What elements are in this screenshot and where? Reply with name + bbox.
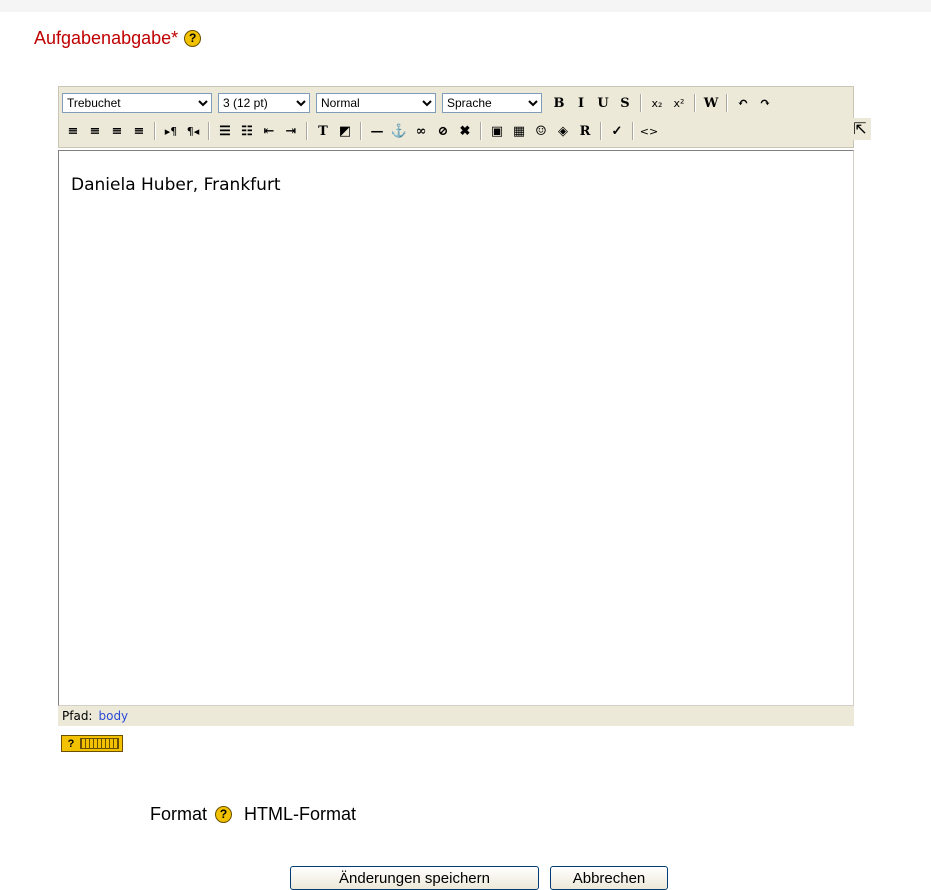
top-band [0, 0, 931, 12]
nolink-button[interactable]: ✖ [454, 120, 476, 142]
superscript-button[interactable]: x² [668, 92, 690, 114]
editor-toolbar: Trebuchet 3 (12 pt) Normal Sprache BIUSx… [58, 86, 871, 148]
format-value: HTML-Format [244, 804, 357, 824]
keyboard-icon [80, 738, 119, 749]
insert-char-button[interactable]: ◈ [552, 120, 574, 142]
unlink-button[interactable]: ⊘ [432, 120, 454, 142]
help-icon[interactable]: ? [184, 30, 202, 47]
save-changes-button[interactable]: Änderungen speichern [290, 866, 539, 890]
align-center-button[interactable]: ≡ [84, 120, 106, 142]
text-color-button[interactable]: T [312, 120, 334, 142]
bold-button[interactable]: B [548, 92, 570, 114]
toolbar-row-1: Trebuchet 3 (12 pt) Normal Sprache BIUSx… [62, 90, 776, 116]
justify-button[interactable]: ≡ [128, 120, 150, 142]
toolbar-separator [306, 122, 308, 140]
toolbar-separator [600, 122, 602, 140]
rtl-button[interactable]: ¶◂ [182, 120, 204, 142]
subscript-button[interactable]: x₂ [646, 92, 668, 114]
editor-content-area[interactable]: Daniela Huber, Frankfurt [58, 150, 854, 706]
align-left-button[interactable]: ≡ [62, 120, 84, 142]
outdent-button[interactable]: ⇤ [258, 120, 280, 142]
insert-image-button[interactable]: ▣ [486, 120, 508, 142]
insert-smiley-button[interactable]: ☺ [530, 120, 552, 142]
indent-button[interactable]: ⇥ [280, 120, 302, 142]
toolbar-separator [726, 94, 728, 112]
html-editor: Trebuchet 3 (12 pt) Normal Sprache BIUSx… [58, 86, 871, 728]
undo-button[interactable]: ↶ [732, 92, 754, 114]
underline-button[interactable]: U [592, 92, 614, 114]
cancel-button[interactable]: Abbrechen [550, 866, 668, 890]
horizontal-rule-button[interactable]: — [366, 120, 388, 142]
toolbar-row-2: ≡ ≡ ≡ ≡ ▸¶ ¶◂ ☰ ☷ ⇤ ⇥ T ◩ — ⚓ ∞ ⊘ ✖ ▣ ▦ ☺ ◈ R ✓ <> [62, 118, 660, 144]
keyboard-help-button[interactable]: ? [61, 735, 123, 752]
toolbar-separator [154, 122, 156, 140]
toolbar-separator [694, 94, 696, 112]
language-select[interactable]: Sprache [442, 93, 542, 113]
toolbar-separator [640, 94, 642, 112]
ordered-list-button[interactable]: ☰ [214, 120, 236, 142]
status-path-link[interactable]: body [98, 709, 128, 723]
unordered-list-button[interactable]: ☷ [236, 120, 258, 142]
anchor-button[interactable]: ⚓ [388, 120, 410, 142]
toolbar-separator [208, 122, 210, 140]
ltr-button[interactable]: ▸¶ [160, 120, 182, 142]
field-label: Aufgabenabgabe* ? [34, 28, 202, 49]
toolbar-separator [632, 122, 634, 140]
format-row: Format ? HTML-Format [150, 804, 356, 825]
editor-text: Daniela Huber, Frankfurt [71, 175, 281, 195]
font-family-select[interactable]: Trebuchet [62, 93, 212, 113]
search-replace-button[interactable]: R [574, 120, 596, 142]
format-help-icon[interactable]: ? [215, 806, 233, 823]
italic-button[interactable]: I [570, 92, 592, 114]
insert-table-button[interactable]: ▦ [508, 120, 530, 142]
toolbar-separator [360, 122, 362, 140]
status-path-label: Pfad: [62, 709, 93, 723]
strikethrough-button[interactable]: S [614, 92, 636, 114]
format-label: Format [150, 804, 208, 824]
align-right-button[interactable]: ≡ [106, 120, 128, 142]
block-format-select[interactable]: Normal [316, 93, 436, 113]
html-source-button[interactable]: <> [638, 120, 660, 142]
form-actions: Änderungen speichern Abbrechen [290, 866, 668, 890]
spellcheck-button[interactable]: ✓ [606, 120, 628, 142]
editor-status-bar: Pfad: body [58, 706, 854, 726]
toolbar-separator [480, 122, 482, 140]
fullscreen-icon[interactable]: ⇱ [849, 118, 871, 140]
font-size-select[interactable]: 3 (12 pt) [218, 93, 310, 113]
redo-button[interactable]: ↷ [754, 92, 776, 114]
link-button[interactable]: ∞ [410, 120, 432, 142]
field-label-text: Aufgabenabgabe* [34, 28, 179, 48]
keyboard-help-question: ? [67, 737, 75, 750]
background-color-button[interactable]: ◩ [334, 120, 356, 142]
clean-word-button[interactable]: W [700, 92, 722, 114]
